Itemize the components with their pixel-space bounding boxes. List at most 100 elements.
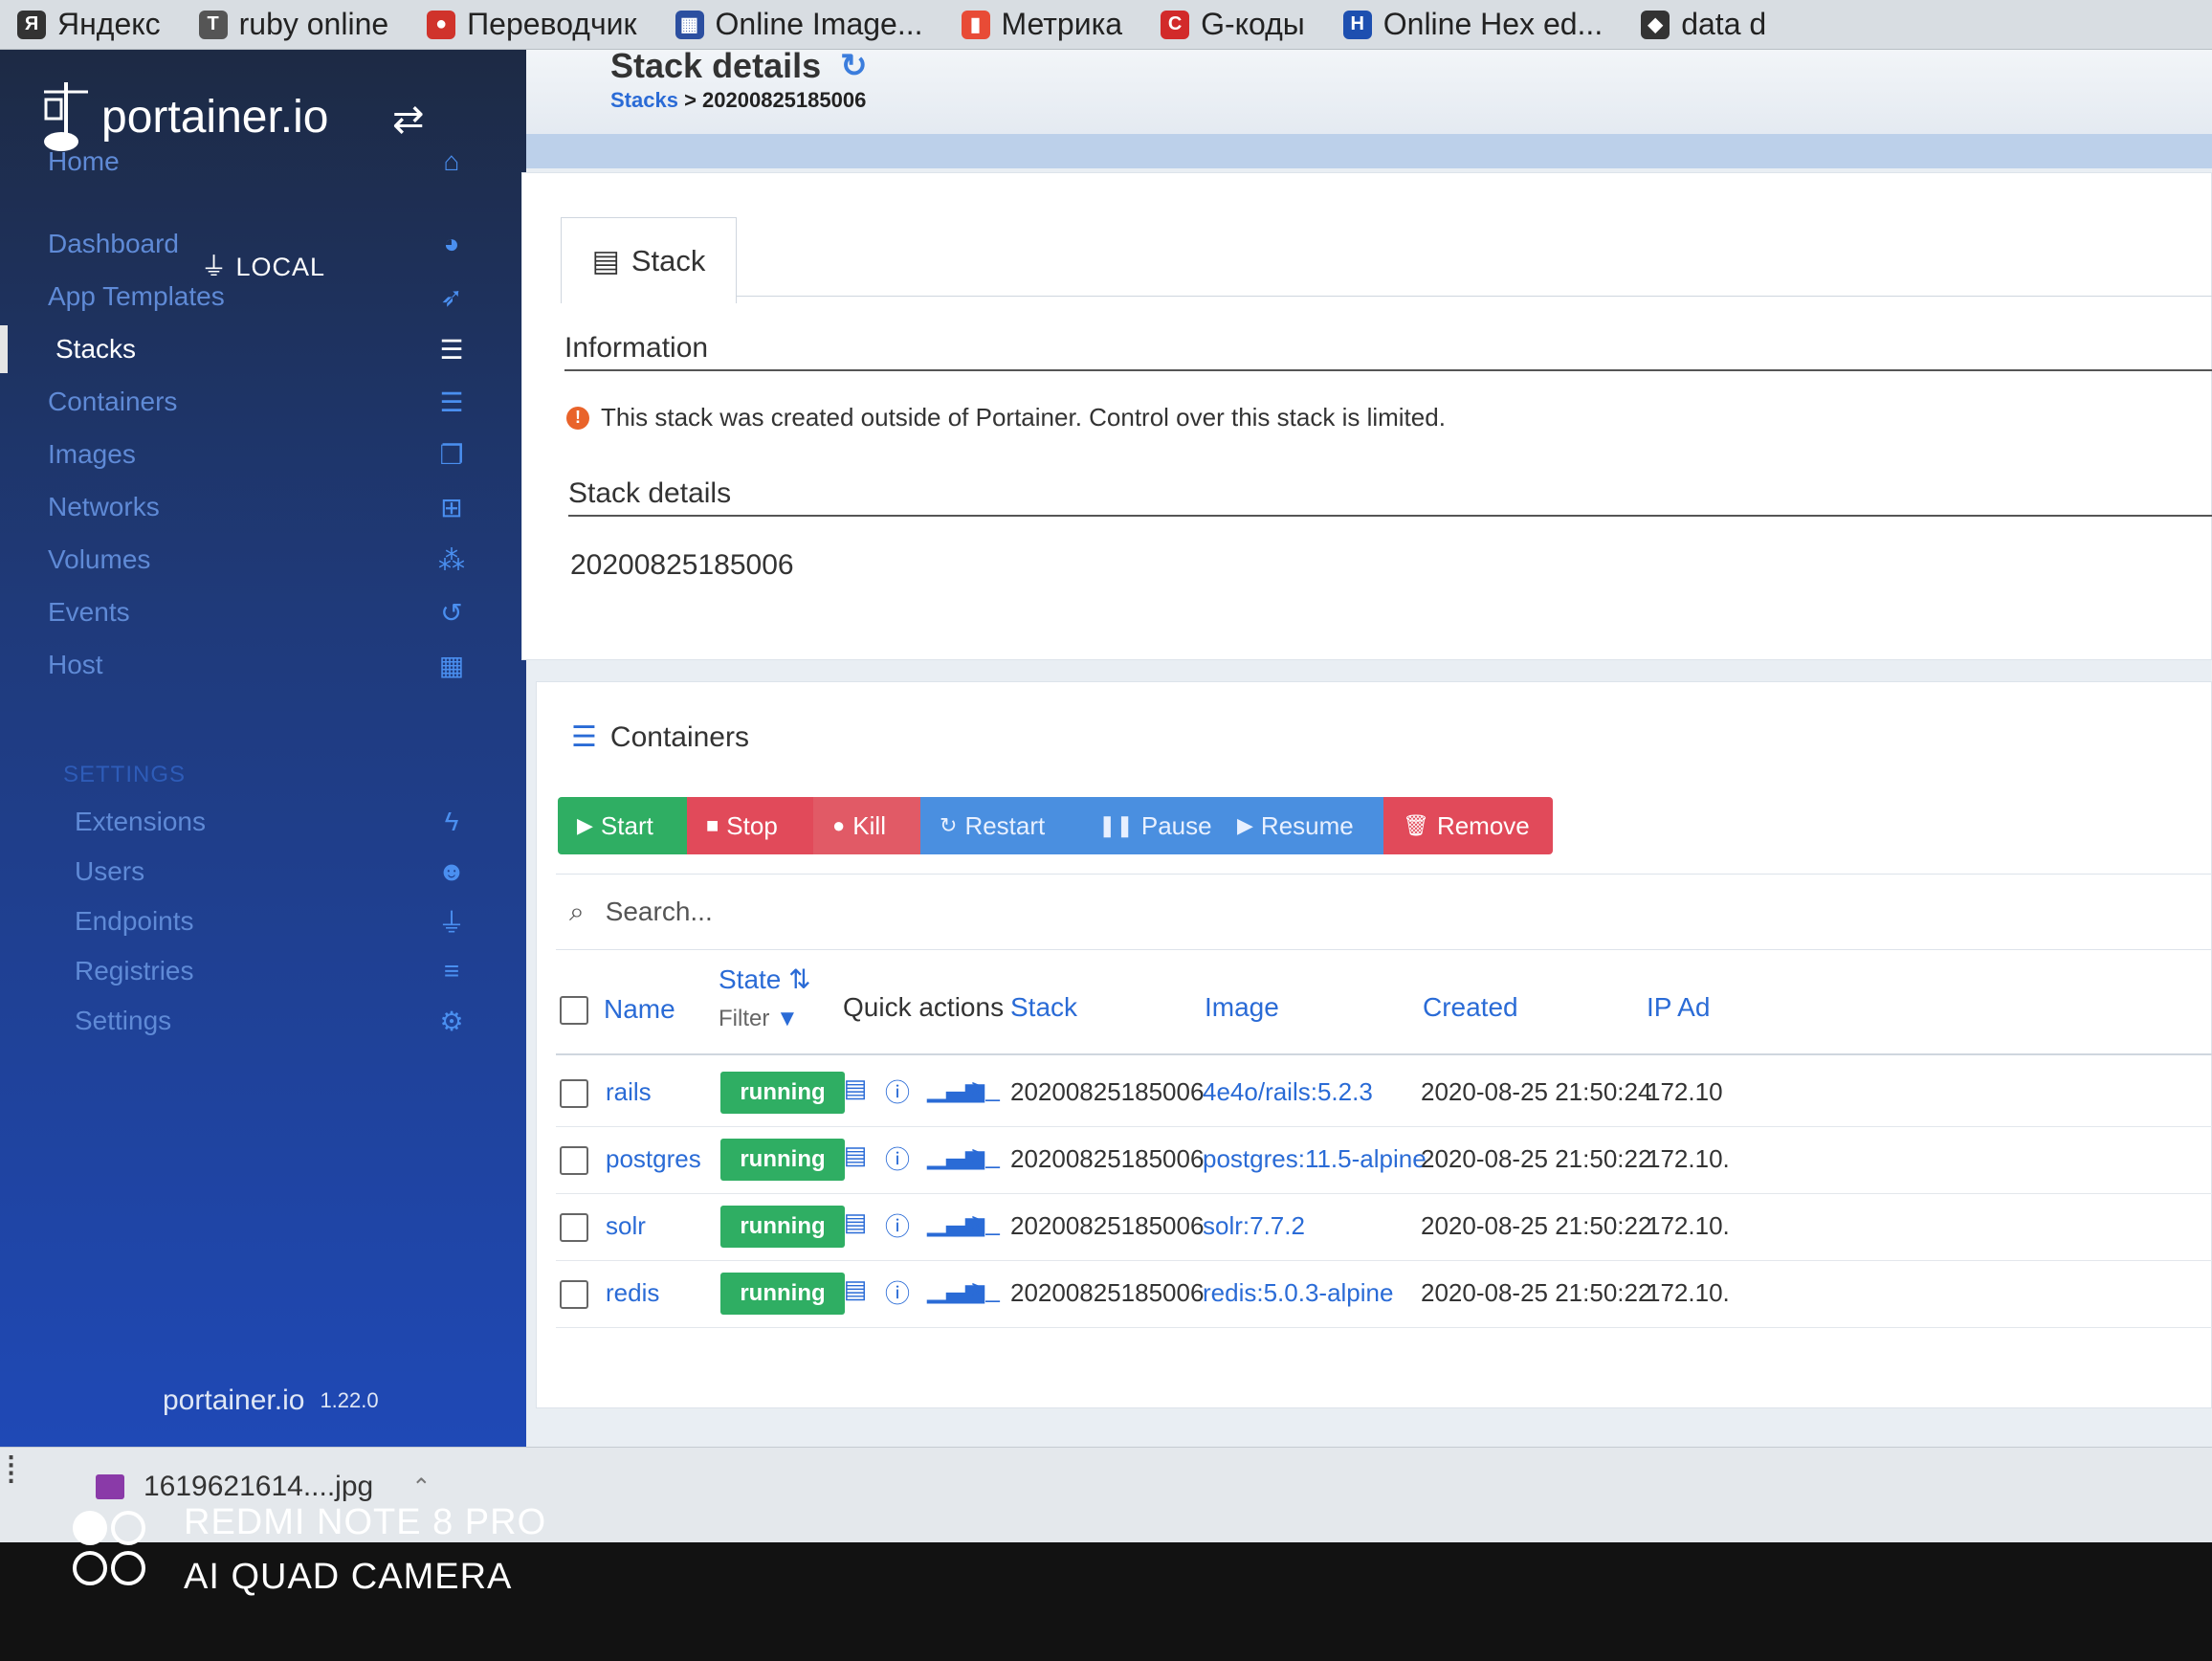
column-state[interactable]: State ⇅: [719, 963, 811, 995]
stack-name-value: 20200825185006: [570, 549, 794, 581]
inspect-icon[interactable]: ⓘ: [885, 1207, 910, 1243]
sidebar-item-registries[interactable]: Registries ≡: [0, 947, 526, 995]
watermark-line-2: AI QUAD CAMERA: [184, 1557, 513, 1597]
plug-icon: ⏚: [437, 908, 465, 938]
stop-button[interactable]: ■ Stop: [687, 797, 813, 854]
console-icon[interactable]: >_: [969, 1207, 1002, 1243]
inspect-icon[interactable]: ⓘ: [885, 1141, 910, 1176]
cubes-icon: ⁂: [438, 544, 465, 575]
apps-grid-icon[interactable]: ⁞: [6, 1450, 16, 1493]
column-stack[interactable]: Stack: [1010, 992, 1077, 1023]
bookmark-item[interactable]: ● Переводчик: [427, 7, 637, 42]
restart-button[interactable]: ↻ Restart: [920, 797, 1079, 854]
sidebar-item-endpoints[interactable]: Endpoints ⏚: [0, 897, 526, 945]
trash-icon: 🗑: [1403, 813, 1429, 837]
logs-icon[interactable]: ▤: [843, 1274, 868, 1310]
refresh-icon[interactable]: ↻: [840, 47, 868, 85]
remove-button[interactable]: 🗑 Remove: [1383, 797, 1553, 854]
kill-button[interactable]: ● Kill: [813, 797, 920, 854]
row-checkbox[interactable]: [560, 1146, 588, 1175]
sidebar-item-extensions[interactable]: Extensions ϟ: [0, 798, 526, 846]
sidebar-item-volumes[interactable]: Volumes ⁂: [0, 536, 526, 584]
bookmark-item[interactable]: H Online Hex ed...: [1342, 7, 1603, 42]
breadcrumb-stacks-link[interactable]: Stacks: [610, 88, 678, 112]
console-icon[interactable]: >_: [969, 1141, 1002, 1176]
stack-cell: 20200825185006: [1010, 1144, 1205, 1173]
bookmark-item[interactable]: ◆ data d: [1641, 7, 1766, 42]
bookmark-item[interactable]: Truby online: [198, 7, 388, 42]
row-checkbox[interactable]: [560, 1213, 588, 1242]
information-rule: [564, 369, 2212, 371]
console-icon[interactable]: >_: [969, 1074, 1002, 1109]
logs-icon[interactable]: ▤: [843, 1141, 868, 1176]
sidebar-item-label: Volumes: [48, 544, 151, 574]
sidebar-item-users[interactable]: Users ☻: [0, 848, 526, 896]
sidebar-item-home[interactable]: Home ⌂: [0, 138, 526, 186]
sidebar-item-images[interactable]: Images ❐: [0, 431, 526, 478]
state-filter[interactable]: Filter ▼: [719, 1006, 799, 1032]
tab-stack[interactable]: ▤ Stack: [561, 217, 737, 303]
select-all-checkbox[interactable]: [560, 996, 588, 1025]
search-input[interactable]: [605, 897, 1467, 927]
image-link[interactable]: postgres:11.5-alpine: [1203, 1144, 1427, 1174]
logs-icon[interactable]: ▤: [843, 1074, 868, 1109]
image-link[interactable]: 4e4o/rails:5.2.3: [1203, 1077, 1373, 1107]
inspect-icon[interactable]: ⓘ: [885, 1274, 910, 1310]
dashboard-icon: ◕: [443, 229, 460, 258]
download-item[interactable]: 1619621614....jpg ⌃: [96, 1471, 431, 1503]
bookmark-item[interactable]: ▦ Online Image...: [675, 7, 923, 42]
breadcrumb-separator: >: [677, 88, 703, 112]
console-icon[interactable]: >_: [969, 1274, 1002, 1310]
bookmark-item[interactable]: ▮ Метрика: [961, 7, 1122, 42]
inspect-icon[interactable]: ⓘ: [885, 1074, 910, 1109]
breadcrumb-current: 20200825185006: [702, 88, 867, 112]
quick-actions: ▤ ⓘ ▁▃▅ >_: [843, 1074, 1002, 1109]
sidebar-item-containers[interactable]: Containers ☰: [0, 378, 526, 426]
sidebar-item-networks[interactable]: Networks ⊞: [0, 483, 526, 531]
container-name-link[interactable]: postgres: [606, 1144, 701, 1174]
stats-icon[interactable]: ▁▃▅: [927, 1274, 984, 1310]
bookmark-item[interactable]: Я Яндекс: [17, 7, 161, 42]
sidebar-item-stacks[interactable]: Stacks ☰: [0, 325, 526, 373]
container-name-link[interactable]: redis: [606, 1278, 659, 1308]
home-icon: ⌂: [443, 146, 460, 176]
table-header: Name State ⇅ Filter ▼ Quick actions Stac…: [556, 960, 2212, 1055]
image-link[interactable]: solr:7.7.2: [1203, 1211, 1305, 1241]
sidebar-item-host[interactable]: Host ▦: [0, 641, 526, 689]
page-title: Stack details ↻: [610, 46, 868, 86]
swap-icon[interactable]: ⇄: [392, 98, 425, 142]
container-name-link[interactable]: rails: [606, 1077, 652, 1107]
ip-cell: 172.10: [1647, 1077, 1723, 1106]
yandex-icon: Я: [17, 10, 46, 39]
stats-icon[interactable]: ▁▃▅: [927, 1207, 984, 1243]
camera-logo-icon: [69, 1507, 155, 1593]
container-actions: ▶ Start ■ Stop ● Kill ↻ Restart ❚❚ Pause ▶ Res…: [558, 797, 1553, 854]
bookmark-item[interactable]: C G-коды: [1161, 7, 1305, 42]
row-checkbox[interactable]: [560, 1280, 588, 1309]
resume-button[interactable]: ▶ Resume: [1218, 797, 1383, 854]
brand-name: portainer.io: [101, 91, 329, 143]
sidebar-item-settings[interactable]: Settings ⚙: [0, 997, 526, 1045]
pause-button[interactable]: ❚❚ Pause: [1079, 797, 1218, 854]
start-button[interactable]: ▶ Start: [558, 797, 687, 854]
status-badge: running: [720, 1139, 845, 1181]
stats-icon[interactable]: ▁▃▅: [927, 1074, 984, 1109]
th-list-icon: ▤: [591, 243, 620, 277]
row-checkbox[interactable]: [560, 1079, 588, 1108]
column-image[interactable]: Image: [1205, 992, 1279, 1023]
sidebar-item-events[interactable]: Events ↺: [0, 588, 526, 636]
state-filter-label: Filter: [719, 1006, 770, 1031]
column-ip[interactable]: IP Ad: [1647, 992, 1710, 1023]
quick-actions: ▤ ⓘ ▁▃▅ >_: [843, 1141, 1002, 1176]
container-name-link[interactable]: solr: [606, 1211, 646, 1241]
image-link[interactable]: redis:5.0.3-alpine: [1203, 1278, 1393, 1308]
sidebar-item-dashboard[interactable]: Dashboard ◕: [0, 220, 526, 268]
stats-icon[interactable]: ▁▃▅: [927, 1141, 984, 1176]
chevron-up-icon[interactable]: ⌃: [411, 1473, 431, 1501]
start-label: Start: [600, 810, 653, 840]
sidebar-item-app-templates[interactable]: App Templates ➶: [0, 273, 526, 321]
column-name[interactable]: Name: [604, 994, 675, 1025]
screen: Я Яндекс Truby online ● Переводчик ▦ Online Im…: [0, 0, 2212, 1661]
column-created[interactable]: Created: [1423, 992, 1518, 1023]
logs-icon[interactable]: ▤: [843, 1207, 868, 1243]
